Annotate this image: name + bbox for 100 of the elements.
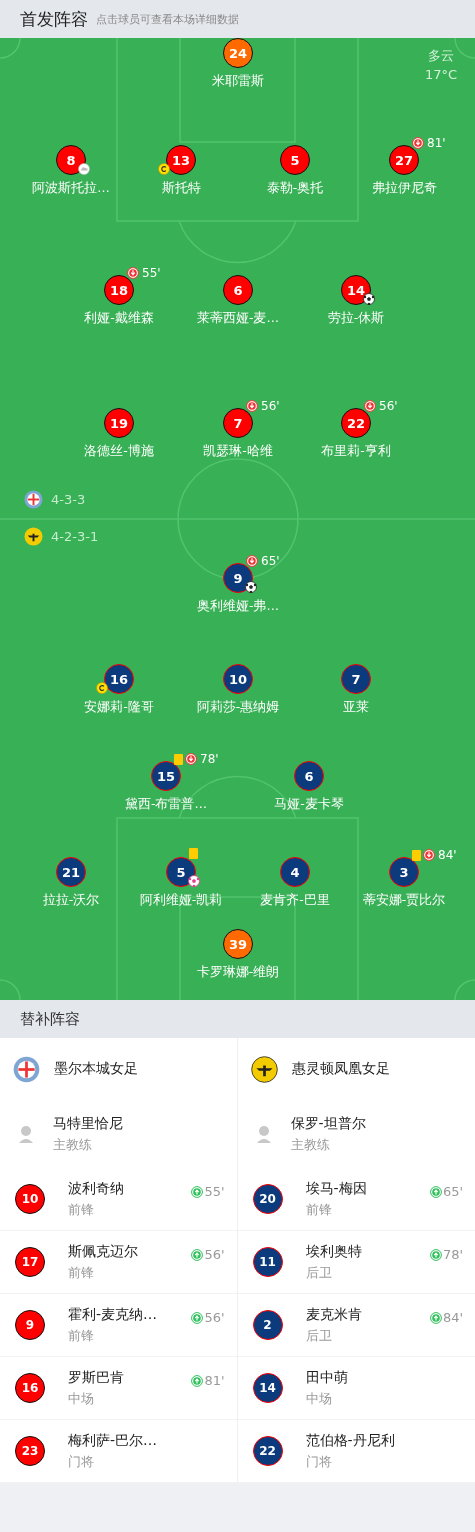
player-number[interactable]: 5 bbox=[280, 145, 310, 175]
player-number[interactable]: 10 bbox=[15, 1184, 45, 1214]
substitution-minute: 55' bbox=[142, 266, 161, 280]
ball-icon bbox=[188, 875, 200, 887]
coach-role: 主教练 bbox=[290, 1135, 331, 1154]
substitution-in-icon bbox=[191, 1374, 204, 1387]
substitution-minute: 84' bbox=[438, 848, 457, 862]
substitution-in-icon bbox=[191, 1248, 204, 1261]
player-name: 麦肯齐-巴里 bbox=[260, 892, 330, 909]
player-number[interactable]: 14 bbox=[341, 275, 371, 305]
substitution-minute: 65' bbox=[442, 1184, 463, 1199]
player-number[interactable]: 22 bbox=[341, 408, 371, 438]
player-position: 前锋 bbox=[68, 1263, 95, 1282]
player-number[interactable]: 7 bbox=[223, 408, 253, 438]
player-number[interactable]: 11 bbox=[252, 1247, 283, 1277]
player-number[interactable]: 3 bbox=[389, 857, 419, 887]
substitution-in-icon bbox=[191, 1311, 204, 1324]
player-name: 凯瑟琳-哈维 bbox=[203, 443, 273, 460]
player-name: 劳拉-休斯 bbox=[327, 310, 385, 327]
player-position: 门将 bbox=[305, 1452, 333, 1471]
player-name: 布里莉-亨利 bbox=[321, 443, 391, 460]
formation-text: 4-3-3 bbox=[51, 492, 86, 507]
player-number[interactable]: 7 bbox=[341, 664, 371, 694]
player-number[interactable]: 16 bbox=[15, 1373, 45, 1403]
substitution-in-icon bbox=[429, 1248, 442, 1261]
player-number[interactable]: 20 bbox=[252, 1184, 283, 1214]
club-crest-icon bbox=[13, 1055, 40, 1083]
player-position: 前锋 bbox=[68, 1200, 95, 1219]
player-name: 埃马-梅因 bbox=[305, 1179, 367, 1198]
player-name: 田中萌 bbox=[305, 1368, 348, 1387]
player-name: 波利奇纳 bbox=[68, 1179, 124, 1198]
player-name: 范伯格-丹尼利 bbox=[305, 1431, 395, 1450]
player-number[interactable]: 9 bbox=[15, 1310, 45, 1340]
player-name: 斯佩克迈尔 bbox=[68, 1242, 138, 1261]
player-position: 中场 bbox=[305, 1389, 333, 1408]
player-name: 阿波斯托拉… bbox=[32, 180, 110, 197]
player-number[interactable]: 17 bbox=[15, 1247, 45, 1277]
boot-icon bbox=[78, 163, 90, 175]
player-name: 莱蒂西娅-麦… bbox=[197, 310, 279, 327]
section-title: 替补阵容 bbox=[20, 1009, 80, 1029]
club-crest-icon bbox=[24, 527, 43, 546]
ball-icon bbox=[245, 581, 257, 593]
ball-icon bbox=[363, 293, 375, 305]
player-position: 前锋 bbox=[305, 1200, 333, 1219]
player-name: 罗斯巴肯 bbox=[68, 1368, 124, 1387]
player-number[interactable]: 2 bbox=[252, 1310, 283, 1340]
player-number[interactable]: 4 bbox=[280, 857, 310, 887]
player-name: 利娅-戴维森 bbox=[84, 310, 154, 327]
temperature: 17°C bbox=[424, 66, 457, 84]
formation-text: 4-2-3-1 bbox=[51, 529, 99, 544]
substitution-minute: 56' bbox=[204, 1310, 225, 1325]
player-name: 麦克米肯 bbox=[305, 1305, 362, 1324]
player-number[interactable]: 19 bbox=[104, 408, 134, 438]
substitution-minute: 56' bbox=[261, 399, 280, 413]
substitution-out-icon bbox=[364, 400, 376, 412]
substitution-minute: 56' bbox=[204, 1247, 225, 1262]
substitution-out-icon bbox=[185, 753, 197, 765]
player-number[interactable]: 24 bbox=[223, 38, 253, 68]
substitution-out-icon bbox=[246, 555, 258, 567]
substitution-minute: 56' bbox=[379, 399, 398, 413]
player-position: 中场 bbox=[68, 1389, 95, 1408]
player-number[interactable]: 27 bbox=[389, 145, 419, 175]
substitution-in-icon bbox=[429, 1185, 442, 1198]
player-name: 霍利-麦克纳… bbox=[68, 1305, 158, 1324]
player-number[interactable]: 39 bbox=[223, 929, 253, 959]
substitution-minute: 81' bbox=[427, 136, 446, 150]
substitution-in-icon bbox=[191, 1185, 204, 1198]
player-name: 马娅-麦卡琴 bbox=[274, 796, 344, 813]
player-number[interactable]: 21 bbox=[56, 857, 86, 887]
player-number[interactable]: 6 bbox=[223, 275, 253, 305]
player-number[interactable]: 18 bbox=[104, 275, 134, 305]
player-number[interactable]: 8 bbox=[56, 145, 86, 175]
player-number[interactable]: 14 bbox=[252, 1373, 283, 1403]
hint-text: 点击球员可查看本场详细数据 bbox=[96, 11, 239, 27]
player-number[interactable]: 13 bbox=[166, 145, 196, 175]
player-number[interactable]: 5 bbox=[166, 857, 196, 887]
player-number[interactable]: 23 bbox=[15, 1436, 45, 1466]
player-name: 安娜莉-隆哥 bbox=[84, 699, 154, 716]
substitution-minute: 55' bbox=[204, 1184, 225, 1199]
player-number[interactable]: 10 bbox=[223, 664, 253, 694]
club-crest-icon bbox=[24, 490, 43, 509]
substitution-out-icon bbox=[423, 849, 435, 861]
player-number[interactable]: 16 bbox=[104, 664, 134, 694]
weather-condition: 多云 bbox=[427, 47, 454, 65]
substitution-out-icon bbox=[127, 267, 139, 279]
club-crest-icon bbox=[250, 1055, 278, 1083]
player-name: 梅利萨-巴尔… bbox=[68, 1431, 158, 1450]
section-title: 首发阵容 bbox=[20, 7, 88, 31]
player-name: 蒂安娜-贾比尔 bbox=[362, 892, 446, 909]
substitution-minute: 78' bbox=[200, 752, 219, 766]
coach-name: 马特里恰尼 bbox=[53, 1114, 123, 1133]
player-name: 阿利维娅-凯莉 bbox=[139, 892, 223, 909]
player-number[interactable]: 6 bbox=[294, 761, 324, 791]
player-number[interactable]: 15 bbox=[151, 761, 181, 791]
player-name: 斯托特 bbox=[161, 180, 201, 197]
substitution-minute: 78' bbox=[442, 1247, 463, 1262]
player-name: 亚莱 bbox=[343, 699, 369, 716]
team-name: 墨尔本城女足 bbox=[54, 1060, 138, 1078]
player-number[interactable]: 22 bbox=[252, 1436, 283, 1466]
substitution-out-icon bbox=[412, 137, 424, 149]
